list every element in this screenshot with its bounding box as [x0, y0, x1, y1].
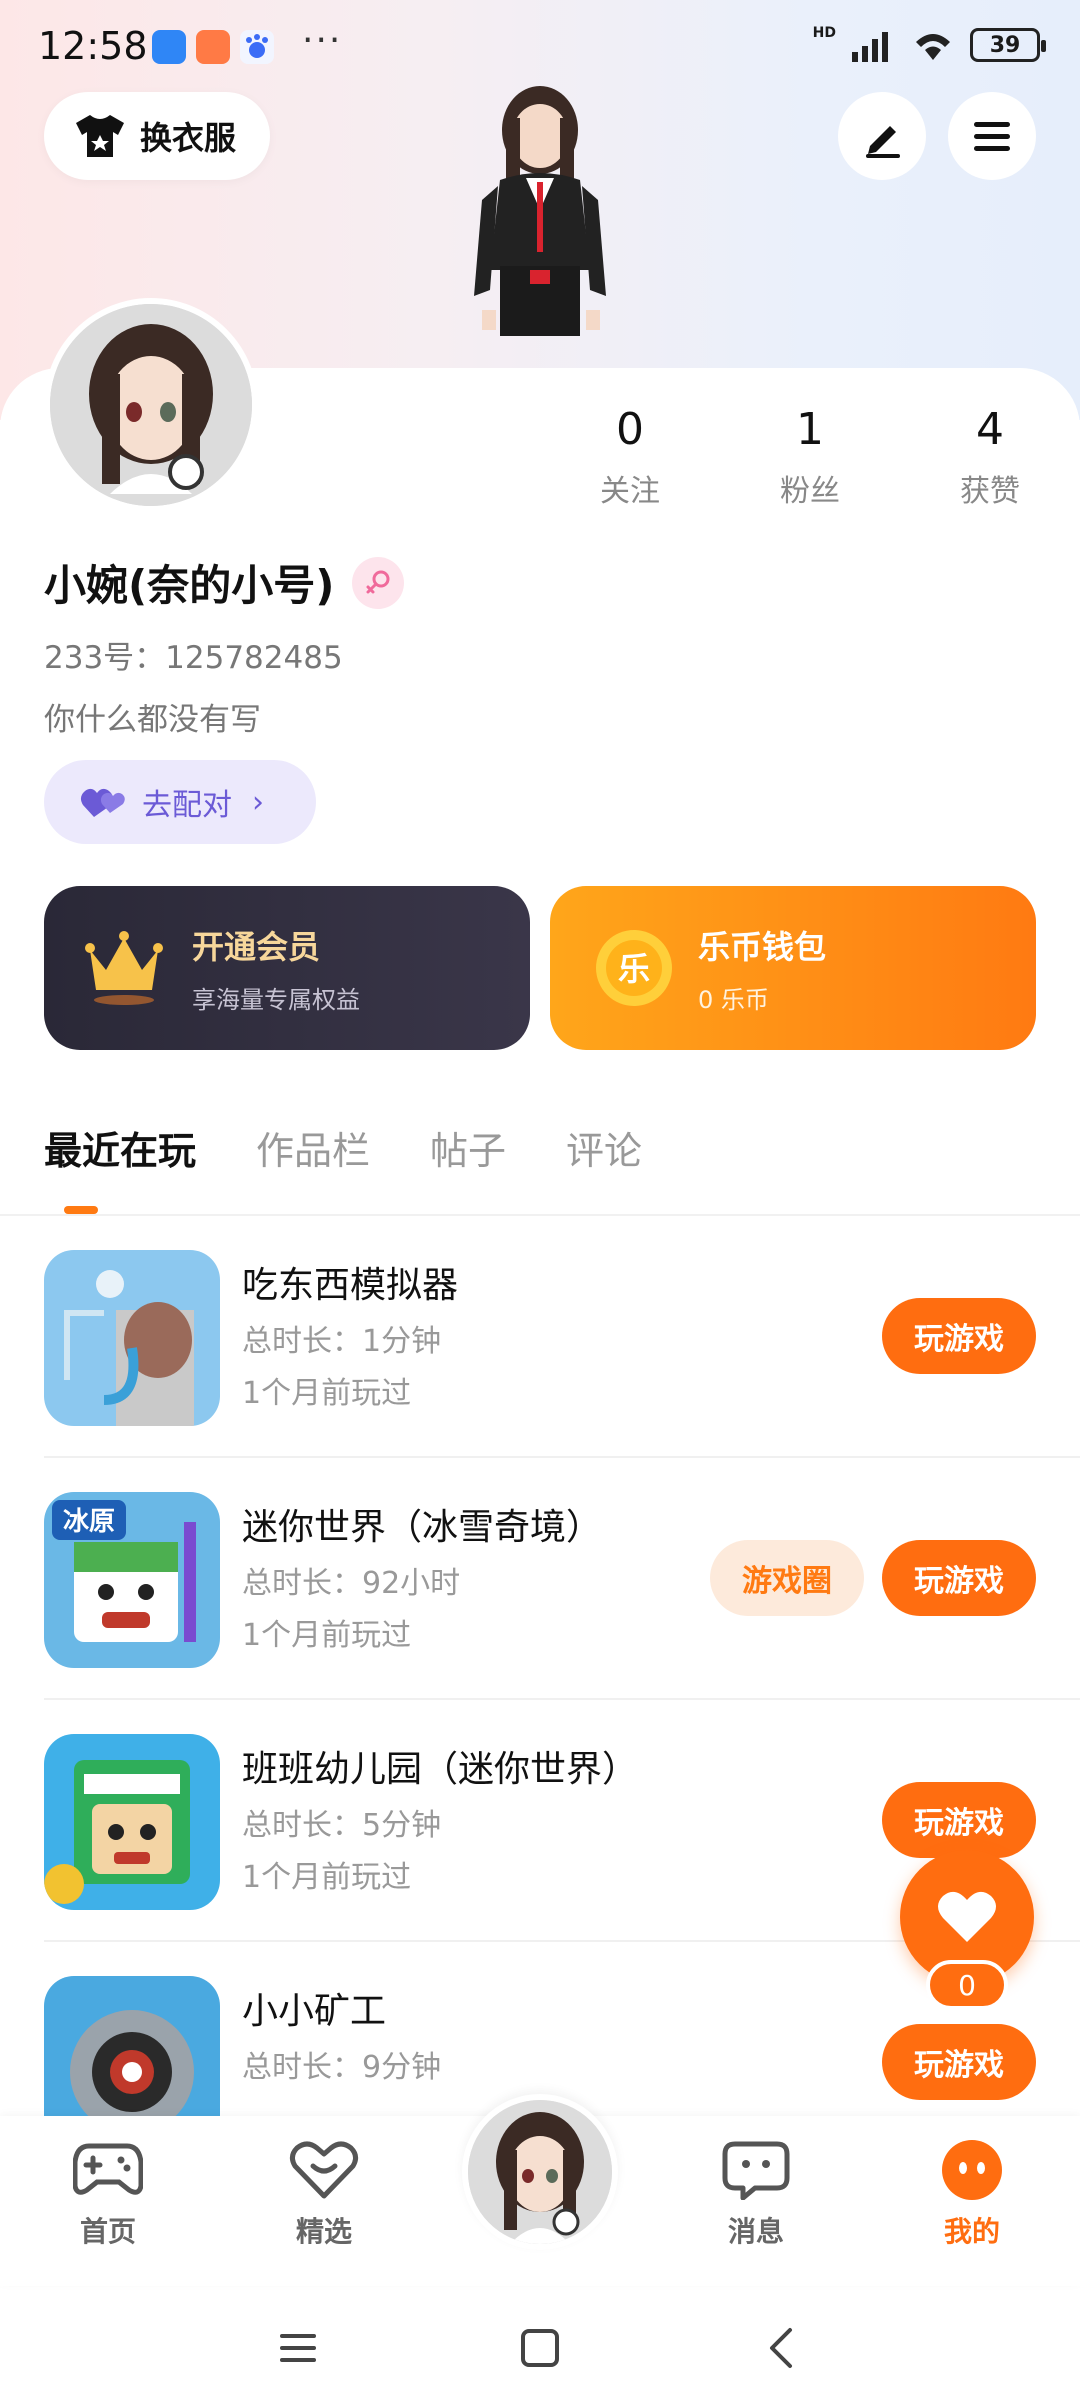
game-icon-banban-kindergarten[interactable]: [44, 1734, 220, 1910]
status-indicators: HD 39: [812, 25, 1046, 62]
username: 小婉(奈的小号): [44, 561, 335, 610]
active-tab-indicator: [64, 1206, 98, 1214]
stat-fans[interactable]: 1 粉丝: [720, 398, 900, 518]
game-name: 小小矿工: [242, 1991, 387, 2032]
home-square-icon[interactable]: [518, 2326, 562, 2370]
profile-avatar[interactable]: [44, 298, 258, 512]
notification-app-icon: [240, 30, 274, 64]
menu-icon: [974, 122, 1010, 151]
game-last-played: 1个月前玩过: [242, 1376, 412, 1411]
game-last-played: 1个月前玩过: [242, 1860, 412, 1895]
nav-featured[interactable]: 精选: [264, 2140, 384, 2250]
game-row[interactable]: 吃东西模拟器 总时长：1分钟 1个月前玩过 玩游戏: [0, 1216, 1080, 1458]
nav-me-label: 我的: [943, 2215, 1000, 2248]
profile-stats: 0 关注 1 粉丝 4 获赞: [540, 398, 1080, 518]
match-button-label: 去配对: [142, 788, 232, 823]
coin-wallet-card[interactable]: 乐 乐币钱包 0 乐币: [550, 886, 1036, 1050]
vip-card-subtitle: 享海量专属权益: [192, 986, 360, 1014]
change-outfit-label: 换衣服: [140, 119, 237, 157]
wifi-icon: [916, 34, 950, 60]
coin-icon-char: 乐: [618, 950, 650, 988]
hearts-icon: [80, 788, 125, 817]
stat-likes-count: 4: [976, 404, 1004, 455]
user-id: 233号：125782485: [44, 640, 343, 676]
chevron-right-icon: ›: [252, 784, 264, 820]
stat-following-count: 0: [616, 404, 644, 455]
coin-icon: 乐: [596, 930, 672, 1006]
heart-icon: [938, 1891, 996, 1942]
game-row[interactable]: 冰原 迷你世界（冰雪奇境） 总时长：92小时 1个月前玩过 游戏圈 玩游戏: [0, 1458, 1080, 1700]
nav-home[interactable]: 首页: [48, 2140, 168, 2250]
game-last-played: 1个月前玩过: [242, 1618, 412, 1653]
game-playtime: 总时长：9分钟: [242, 2050, 442, 2085]
tab-comments[interactable]: 评论: [566, 1120, 642, 1175]
edit-profile-button[interactable]: [838, 92, 926, 180]
menu-button[interactable]: [948, 92, 1036, 180]
profile-tabs: 最近在玩 作品栏 帖子 评论: [44, 1120, 642, 1175]
stat-fans-count: 1: [796, 404, 824, 455]
game-name: 迷你世界（冰雪奇境）: [242, 1507, 603, 1548]
game-icon-mini-world-ice[interactable]: 冰原: [44, 1492, 220, 1668]
play-game-button[interactable]: 玩游戏: [882, 1540, 1036, 1616]
female-icon: [352, 556, 405, 609]
stat-following[interactable]: 0 关注: [540, 398, 720, 518]
status-time: 12:58: [38, 24, 148, 68]
chat-icon: [722, 2141, 790, 2201]
back-icon[interactable]: [760, 2326, 804, 2370]
nav-avatar-center[interactable]: [462, 2094, 618, 2250]
vip-card-title: 开通会员: [192, 928, 321, 966]
nav-home-label: 首页: [79, 2215, 136, 2248]
game-name: 吃东西模拟器: [242, 1265, 459, 1306]
battery-level: 39: [989, 32, 1021, 58]
nav-messages-label: 消息: [727, 2215, 784, 2248]
username-row: 小婉(奈的小号): [44, 552, 405, 613]
notification-app-icon: [196, 30, 230, 64]
stat-following-label: 关注: [600, 474, 660, 509]
system-navigation-bar: [0, 2290, 1080, 2408]
vip-membership-card[interactable]: 开通会员 享海量专属权益: [44, 886, 530, 1050]
stat-likes[interactable]: 4 获赞: [900, 398, 1080, 518]
stat-likes-label: 获赞: [960, 474, 1020, 509]
tshirt-icon: [76, 115, 124, 157]
recent-apps-icon[interactable]: [276, 2326, 320, 2370]
play-game-button[interactable]: 玩游戏: [882, 2024, 1036, 2100]
status-more: ···: [302, 20, 343, 61]
nav-me[interactable]: 我的: [912, 2140, 1032, 2250]
play-game-button[interactable]: 玩游戏: [882, 1782, 1036, 1858]
tab-posts[interactable]: 帖子: [430, 1120, 506, 1175]
tab-works[interactable]: 作品栏: [256, 1120, 370, 1175]
wallet-card-subtitle: 0 乐币: [698, 986, 769, 1014]
game-playtime: 总时长：5分钟: [242, 1808, 442, 1843]
heart-diamond-icon: [289, 2141, 359, 2199]
crown-icon: [85, 931, 163, 1005]
profile-face-icon: [942, 2140, 1002, 2200]
match-button[interactable]: 去配对 ›: [44, 760, 316, 844]
wallet-card-title: 乐币钱包: [698, 928, 827, 966]
game-icon-badge: 冰原: [63, 1507, 115, 1537]
stat-fans-label: 粉丝: [780, 474, 840, 509]
like-count-badge: 0: [926, 1960, 1008, 2010]
notification-app-icon: [152, 30, 186, 64]
gamepad-icon: [72, 2143, 144, 2195]
nav-featured-label: 精选: [295, 2215, 352, 2248]
game-icon-eating-simulator[interactable]: [44, 1250, 220, 1426]
game-circle-button[interactable]: 游戏圈: [710, 1540, 864, 1616]
battery-icon: 39: [970, 28, 1046, 62]
avatar-character-figure[interactable]: [430, 70, 650, 370]
signal-icon: [852, 32, 888, 62]
game-name: 班班幼儿园（迷你世界）: [242, 1749, 639, 1790]
play-game-button[interactable]: 玩游戏: [882, 1298, 1036, 1374]
game-playtime: 总时长：1分钟: [242, 1324, 442, 1359]
nav-messages[interactable]: 消息: [696, 2140, 816, 2250]
game-playtime: 总时长：92小时: [242, 1566, 461, 1601]
tab-recent-played[interactable]: 最近在玩: [44, 1120, 196, 1175]
network-label: HD: [812, 25, 836, 41]
user-bio: 你什么都没有写: [44, 702, 261, 738]
edit-icon: [866, 126, 900, 158]
change-outfit-button[interactable]: 换衣服: [44, 92, 270, 180]
